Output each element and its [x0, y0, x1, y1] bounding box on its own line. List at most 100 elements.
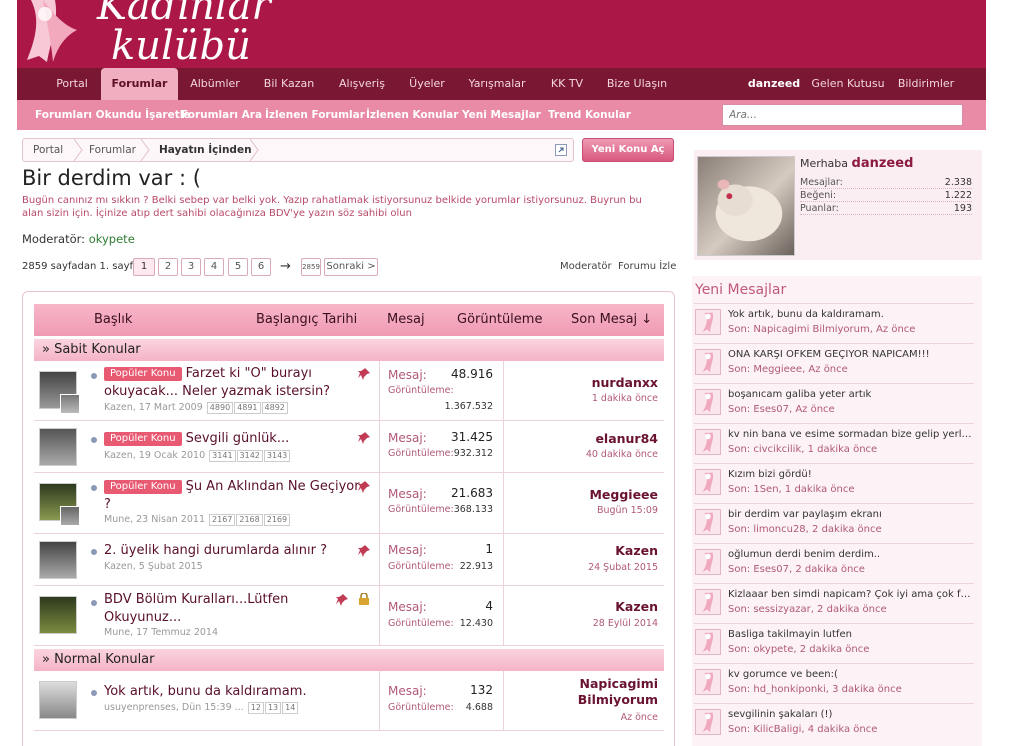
thread-page-link[interactable]: 3143	[263, 450, 291, 462]
new-post-title[interactable]: Kizlaaar ben simdi napicam? Çok iyi ama …	[728, 589, 973, 600]
thread-starter[interactable]: Kazen	[104, 561, 133, 572]
last-post-time[interactable]: Bugün 15:09	[597, 505, 658, 516]
thread-title[interactable]: 2. üyelik hangi durumlarda alınır ?	[104, 542, 364, 560]
thread-page-link[interactable]: 4890	[206, 402, 234, 414]
page-link-3[interactable]: 3	[181, 258, 201, 276]
breadcrumb-current[interactable]: Hayatın İçinden	[159, 139, 252, 161]
page-link-5[interactable]: 5	[228, 258, 248, 276]
new-post-item[interactable]: Yok artık, bunu da kaldıramam. Son: Napic…	[694, 303, 974, 343]
last-post-user[interactable]: Napicagimi Bilmiyorum	[548, 676, 658, 708]
tab-uyeler[interactable]: Üyeler	[401, 68, 453, 100]
new-post-title[interactable]: boşanıcam galiba yeter artık	[728, 389, 973, 400]
tab-albumler[interactable]: Albümler	[183, 68, 247, 100]
last-post-time[interactable]: 1 dakika önce	[592, 393, 658, 404]
new-thread-button[interactable]: Yeni Konu Aç	[582, 138, 674, 162]
thread-starter[interactable]: Kazen	[104, 450, 133, 461]
page-link-4[interactable]: 4	[204, 258, 224, 276]
thread-page-link[interactable]: 3142	[236, 450, 263, 462]
thread-starter-avatar[interactable]	[39, 483, 80, 526]
page-link-6[interactable]: 6	[251, 258, 271, 276]
tab-forumlar[interactable]: Forumlar	[101, 68, 178, 100]
search-input[interactable]	[722, 104, 963, 126]
thread-starter-avatar[interactable]	[39, 371, 80, 414]
thread-starter[interactable]: Kazen	[104, 402, 133, 413]
new-post-title[interactable]: sevgilinin şakaları (!)	[728, 709, 973, 720]
tab-bize-ulasin[interactable]: Bize Ulaşın	[601, 68, 673, 100]
thread-page-link[interactable]: 4891	[234, 402, 261, 414]
thread-row[interactable]: Yok artık, bunu da kaldıramam. usuyenpre…	[34, 671, 664, 731]
thread-page-link[interactable]: 4892	[261, 402, 288, 414]
subnav-mark-read[interactable]: Forumları Okundu İşaretle	[35, 100, 190, 130]
thread-title[interactable]: BDV Bölüm Kuralları...Lütfen Okuyunuz...	[104, 591, 334, 627]
thread-title[interactable]: Popüler Konu Sevgili günlük...	[104, 430, 364, 448]
thread-title[interactable]: Popüler Konu Şu An Aklından Ne Geçiyor ?	[104, 478, 364, 514]
alerts-link[interactable]: Bildirimler	[893, 68, 959, 100]
new-post-item[interactable]: Kizlaaar ben simdi napicam? Çok iyi ama …	[694, 583, 974, 623]
breadcrumb-forumlar[interactable]: Forumlar	[89, 139, 136, 161]
thread-starter-avatar[interactable]	[39, 541, 77, 579]
last-post-user[interactable]: Meggieee	[508, 487, 658, 503]
new-post-title[interactable]: kv gorumce ve been:(	[728, 669, 973, 680]
stat-value[interactable]: 2.338	[945, 177, 972, 188]
new-post-item[interactable]: oğlumun derdi benim derdim.. Son: Eses07,…	[694, 543, 974, 583]
last-post-user[interactable]: nurdanxx	[508, 375, 658, 391]
page-link-last[interactable]: 2859	[301, 258, 321, 276]
last-post-user[interactable]: Kazen	[508, 543, 658, 559]
inbox-link[interactable]: Gelen Kutusu	[809, 68, 887, 100]
last-post-user[interactable]: Kazen	[508, 599, 658, 615]
sort-by-replies[interactable]: Mesaj	[387, 304, 425, 336]
stat-value[interactable]: 193	[954, 203, 972, 214]
breadcrumb-portal[interactable]: Portal	[33, 139, 63, 161]
last-post-time[interactable]: Az önce	[621, 712, 658, 723]
last-post-time[interactable]: 24 Şubat 2015	[588, 562, 658, 573]
thread-row[interactable]: Popüler Konu Farzet ki "O" burayı okuyaca…	[34, 361, 664, 421]
subnav-watched-threads[interactable]: İzlenen Konular	[366, 100, 458, 130]
subnav-watched-forums[interactable]: İzlenen Forumlar	[265, 100, 365, 130]
new-post-item[interactable]: kv gorumce ve been:(Son: hd_honkiponki, …	[694, 663, 974, 703]
sort-by-title[interactable]: Başlık	[94, 304, 132, 336]
page-next-button[interactable]: Sonraki >	[324, 258, 378, 276]
thread-page-link[interactable]: 3141	[209, 450, 236, 462]
thread-starter[interactable]: Mune	[104, 514, 130, 525]
moderator-link[interactable]: okypete	[89, 232, 135, 246]
thread-title[interactable]: Yok artık, bunu da kaldıramam.	[104, 683, 374, 701]
subnav-search-forums[interactable]: Forumları Ara	[181, 100, 262, 130]
thread-row[interactable]: Popüler Konu Sevgili günlük... Kazen, 19 …	[34, 421, 664, 473]
thread-row[interactable]: BDV Bölüm Kuralları...Lütfen Okuyunuz...…	[34, 586, 664, 646]
user-avatar[interactable]	[697, 156, 795, 256]
site-logo[interactable]: Kadınlar kulübü	[97, 0, 271, 66]
new-post-item[interactable]: sevgilinin şakaları (!) Son: KilicBaligi,…	[694, 703, 974, 743]
new-post-title[interactable]: Yok artık, bunu da kaldıramam.	[728, 309, 973, 320]
last-post-time[interactable]: 28 Eylül 2014	[593, 618, 658, 629]
thread-page-link[interactable]: 2168	[236, 514, 263, 526]
subnav-trending[interactable]: Trend Konular	[548, 100, 631, 130]
thread-starter-avatar[interactable]	[39, 596, 77, 634]
user-menu[interactable]: danzeed	[745, 68, 803, 100]
username-link[interactable]: danzeed	[852, 156, 914, 171]
thread-page-link[interactable]: 14	[282, 702, 299, 714]
new-post-item[interactable]: ONA KARŞI ÖFKEM GEÇİYOR NAPICAM!!! Son: M…	[694, 343, 974, 383]
tab-bil-kazan[interactable]: Bil Kazan	[257, 68, 321, 100]
thread-starter-avatar[interactable]	[39, 681, 77, 719]
new-post-title[interactable]: kv nin bana ve esime sormadan bize gelip…	[728, 429, 973, 440]
stat-value[interactable]: 1.222	[945, 190, 972, 201]
tab-kk-tv[interactable]: KK TV	[541, 68, 593, 100]
jump-menu-icon[interactable]	[555, 144, 567, 156]
thread-page-link[interactable]: 12	[247, 702, 264, 714]
tab-yarismalar[interactable]: Yarışmalar	[461, 68, 533, 100]
new-post-title[interactable]: bir derdim var paylaşım ekranı	[728, 509, 973, 520]
thread-starter-avatar[interactable]	[39, 428, 77, 466]
sort-by-last-post[interactable]: Son Mesaj ↓	[571, 304, 652, 336]
thread-page-link[interactable]: 2169	[263, 514, 291, 526]
thread-row[interactable]: 2. üyelik hangi durumlarda alınır ? Kaze…	[34, 534, 664, 586]
moderator-tools-link[interactable]: Moderatör	[560, 261, 612, 272]
page-link-2[interactable]: 2	[158, 258, 178, 276]
new-post-title[interactable]: Basliga takilmayin lutfen	[728, 629, 973, 640]
new-post-item[interactable]: Kızım bizi gördü! Son: 1Sen, 1 dakika önc…	[694, 463, 974, 503]
tab-portal[interactable]: Portal	[43, 68, 101, 100]
last-post-user[interactable]: elanur84	[508, 431, 658, 447]
thread-title[interactable]: Popüler Konu Farzet ki "O" burayı okuyaca…	[104, 365, 364, 401]
tab-alisveris[interactable]: Alışveriş	[329, 68, 395, 100]
sort-by-views[interactable]: Görüntüleme	[457, 304, 542, 336]
new-post-item[interactable]: bir derdim var paylaşım ekranı Son: limon…	[694, 503, 974, 543]
